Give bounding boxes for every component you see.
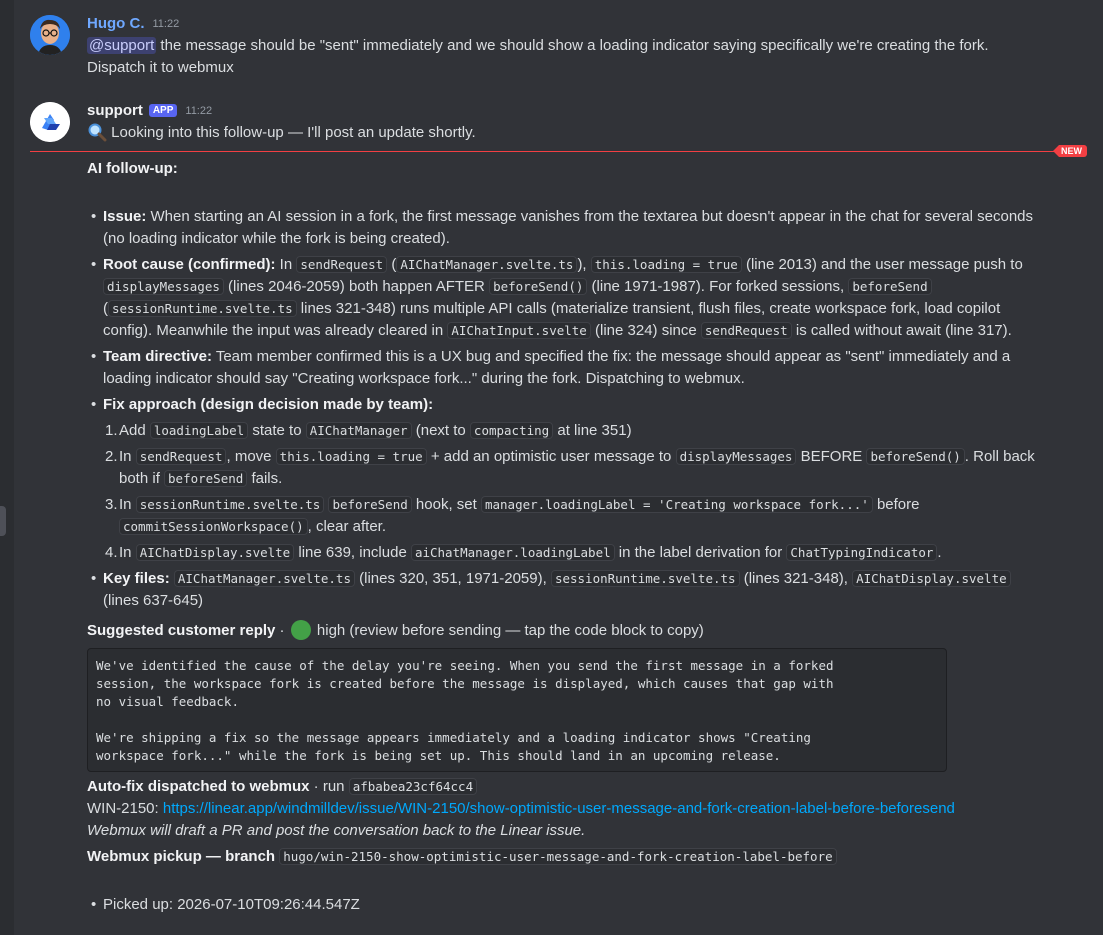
bullet: • — [91, 396, 97, 413]
green-circle-icon — [290, 620, 311, 640]
root-cause-line-3: (sessionRuntime.svelte.ts lines 321-348)… — [103, 300, 1001, 317]
left-sidebar-edge — [0, 0, 14, 935]
message-support: support APP 11:22 Looking into this foll… — [30, 0, 1083, 150]
new-messages-divider — [30, 151, 1083, 152]
app-badge: APP — [148, 104, 178, 117]
author-name[interactable]: support — [87, 102, 143, 119]
step-3-line-1: In sessionRuntime.svelte.ts beforeSend h… — [119, 496, 920, 513]
root-cause-line-1: Root cause (confirmed): In sendRequest (… — [103, 256, 1023, 273]
step-4: In AIChatDisplay.svelte line 639, includ… — [119, 544, 942, 561]
team-directive-line-2: loading indicator should say "Creating w… — [103, 370, 745, 387]
root-cause-line-4: config). Meanwhile the input was already… — [103, 322, 1012, 339]
magnifying-glass-icon — [87, 122, 107, 142]
bullet: • — [91, 896, 97, 913]
linear-issue-link[interactable]: https://linear.app/windmilldev/issue/WIN… — [163, 800, 955, 817]
bot-logo-icon — [30, 102, 70, 142]
issue-line-1: Issue: When starting an AI session in a … — [103, 208, 1034, 225]
webmux-pickup-line: Webmux pickup — branch hugo/win-2150-sho… — [87, 846, 837, 868]
issue-line-2: (no loading indicator while the fork is … — [103, 230, 450, 247]
suggested-reply-line: Suggested customer reply · high (review … — [87, 620, 704, 640]
webmux-note: Webmux will draft a PR and post the conv… — [87, 822, 586, 839]
bullet: • — [91, 348, 97, 365]
bullet: • — [91, 570, 97, 587]
run-id[interactable]: afbabea23cf64cc4 — [348, 778, 478, 795]
message-header: support APP 11:22 — [87, 102, 212, 119]
scroll-handle[interactable] — [0, 506, 6, 536]
avatar[interactable] — [30, 102, 70, 142]
bullet: • — [91, 208, 97, 225]
timestamp[interactable]: 11:22 — [185, 105, 212, 117]
section-heading: AI follow-up: — [87, 160, 178, 177]
step-2-line-1: In sendRequest, move this.loading = true… — [119, 448, 1035, 465]
step-2-line-2: both if beforeSend fails. — [119, 470, 283, 487]
branch-name[interactable]: hugo/win-2150-show-optimistic-user-messa… — [279, 848, 837, 865]
team-directive-line-1: Team directive: Team member confirmed th… — [103, 348, 1011, 365]
issue-link-line: WIN-2150: https://linear.app/windmilldev… — [87, 800, 955, 817]
key-files-line-1: Key files: AIChatManager.svelte.ts (line… — [103, 568, 1011, 590]
step-1: Add loadingLabel state to AIChatManager … — [119, 422, 632, 439]
bullet: • — [91, 256, 97, 273]
fix-approach-heading: Fix approach (design decision made by te… — [103, 396, 434, 413]
step-number: 3. — [105, 496, 118, 513]
auto-fix-line: Auto-fix dispatched to webmux · run afba… — [87, 776, 478, 798]
step-3-line-2: commitSessionWorkspace(), clear after. — [119, 516, 386, 538]
chat-view: Hugo C. 11:22 @support the message shoul… — [0, 0, 1103, 935]
root-cause-line-2: displayMessages (lines 2046-2059) both h… — [103, 276, 932, 298]
key-files-line-2: (lines 637-645) — [103, 592, 204, 609]
step-number: 1. — [105, 422, 118, 439]
step-number: 2. — [105, 448, 118, 465]
picked-up-line: Picked up: 2026-07-10T09:26:44.547Z — [103, 896, 360, 913]
step-number: 4. — [105, 544, 118, 561]
new-badge: NEW — [1053, 145, 1087, 157]
status-line: Looking into this follow-up — I'll post … — [87, 122, 476, 144]
suggested-reply-code-block[interactable]: We've identified the cause of the delay … — [87, 648, 947, 772]
